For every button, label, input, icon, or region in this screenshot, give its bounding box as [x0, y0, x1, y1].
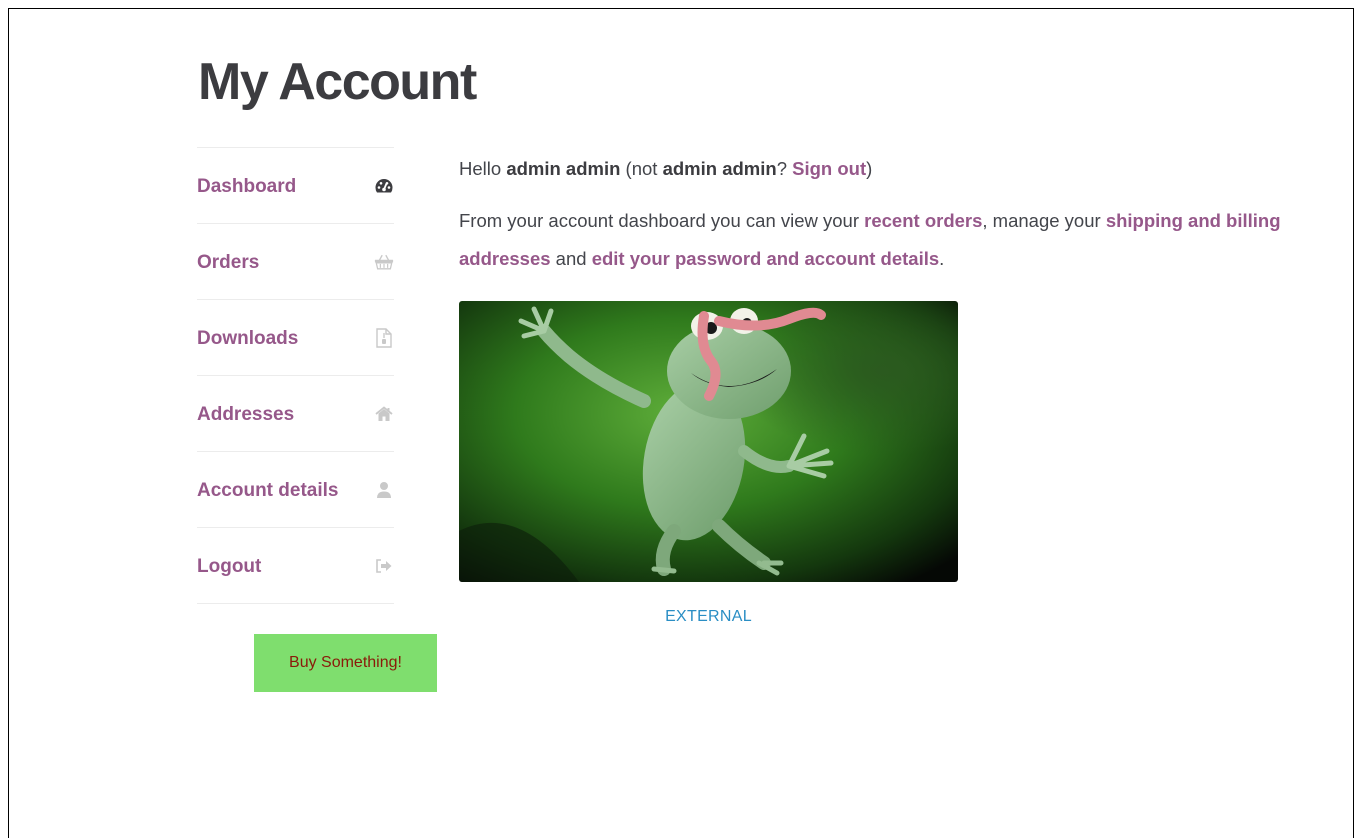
sign-out-link[interactable]: Sign out [792, 158, 866, 179]
page-title: My Account [198, 53, 477, 111]
account-navigation: Dashboard Orders Downloads Addresses Acc… [197, 147, 394, 604]
external-link[interactable]: EXTERNAL [459, 608, 958, 626]
nav-label-downloads: Downloads [197, 328, 299, 349]
nav-item-addresses[interactable]: Addresses [197, 376, 394, 452]
account-details-link[interactable]: edit your password and account details [592, 248, 939, 269]
dashboard-intro-text: From your account dashboard you can view… [459, 210, 1281, 269]
dashboard-icon [374, 176, 394, 196]
nav-label-account-details: Account details [197, 480, 339, 501]
not-user-name: admin admin [662, 158, 777, 179]
nav-item-orders[interactable]: Orders [197, 224, 394, 300]
sign-out-icon [374, 556, 394, 576]
nav-label-dashboard: Dashboard [197, 176, 297, 197]
greeting-text: Hello admin admin (not admin admin? Sign… [459, 158, 873, 179]
dashboard-content: Hello admin admin (not admin admin? Sign… [459, 150, 1289, 278]
home-icon [374, 404, 394, 424]
file-download-icon [374, 327, 394, 348]
frog-image [459, 301, 958, 582]
nav-item-logout[interactable]: Logout [197, 528, 394, 604]
nav-label-logout: Logout [197, 556, 262, 577]
nav-item-downloads[interactable]: Downloads [197, 300, 394, 376]
nav-item-dashboard[interactable]: Dashboard [197, 148, 394, 224]
nav-item-account-details[interactable]: Account details [197, 452, 394, 528]
recent-orders-link[interactable]: recent orders [864, 210, 982, 231]
nav-label-orders: Orders [197, 252, 260, 273]
buy-something-button[interactable]: Buy Something! [254, 634, 437, 692]
basket-icon [374, 252, 394, 272]
user-name: admin admin [506, 158, 621, 179]
user-icon [374, 480, 394, 500]
nav-label-addresses: Addresses [197, 404, 295, 425]
